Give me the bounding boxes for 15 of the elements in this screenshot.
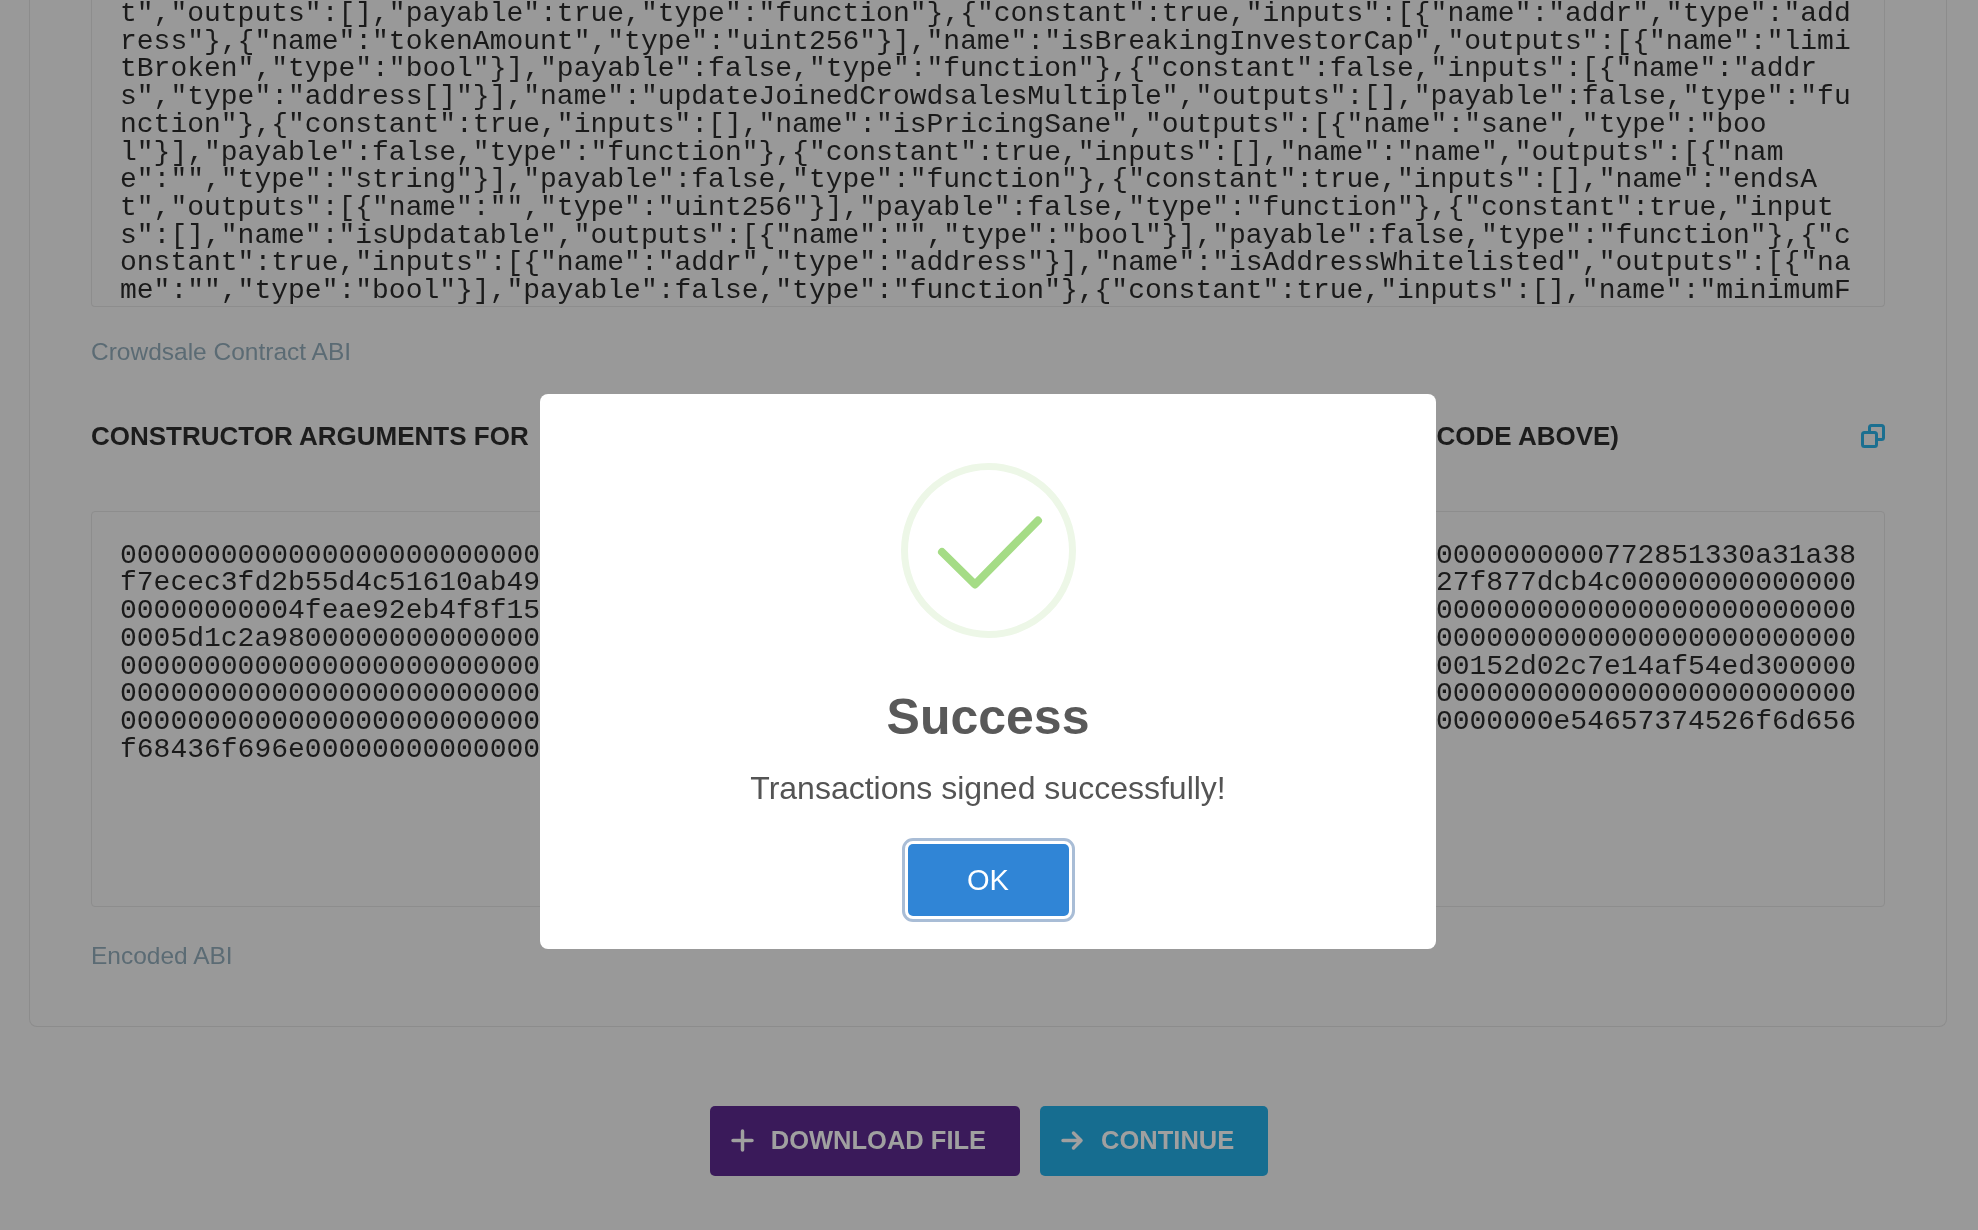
encoded-abi-label: Encoded ABI: [91, 940, 233, 971]
continue-button[interactable]: CONTINUE: [1040, 1105, 1269, 1176]
dialog-message: Transactions signed successfully!: [750, 769, 1226, 808]
dialog-title: Success: [886, 688, 1090, 747]
check-circle-icon: [900, 463, 1076, 638]
plus-icon: [730, 1129, 754, 1153]
ok-button[interactable]: OK: [901, 838, 1075, 922]
abi-code-text: t","outputs":[],"payable":true,"type":"function"},{"constant":true,"inputs":[{"name":"addr","type":"add ress"},{"name":"tokenAmount","type":"uint256"}],"name":"isBreakingInvestorCap","outputs":[{"name":"limi tBroken","type":"bool"}],"payable":false,"type":"function"},{"constant":false,"inputs":[{"name":"addr s","type":"address[]"}],"name":"updateJoinedCrowdsalesMultiple","outputs":[],"payable":false,"type":"fu nction"},{"constant":true,"inputs":[],"name":"isPricingSane","outputs":[{"name":"sane","type":"boo l"}],"payable":false,"type":"function"},{"constant":true,"inputs":[],"name":"name","outputs":[{"nam e":"","type":"string"}],"payable":false,"type":"function"},{"constant":true,"inputs":[],"name":"endsA t","outputs":[{"name":"","type":"uint256"}],"payable":false,"type":"function"},{"constant":true,"input s":[],"name":"isUpdatable","outputs":[{"name":"","type":"bool"}],"payable":false,"type":"function"},{"c onstant":true,"inputs":[{"name":"addr","type":"address"}],"name":"isAddressWhitelisted","outputs":[{"na me":"","type":"bool"}],"payable":false,"type":"function"},{"constant":true,"inputs":[],"name":"minimumF: [120, 0, 1852, 305]
arrow-right-icon: [1061, 1129, 1085, 1153]
download-button[interactable]: DOWNLOAD FILE: [709, 1105, 1021, 1176]
encoded-abi-text: 0000000000000000000000000 f7ecec3fd2b55d4c51610ab49 00000000004feae92eb4f8f15 0005d1c2a9800000000000000 0000000000000000000000000 0000000000000000000000000 0000000000000000000000000 f68436f696e00000000000000: [120, 541, 541, 764]
encoded-abi-text: 0000000000772851330a31a38 27f877dcb4c00000000000000 0000000000000000000000000 0000000000000000000000000 00152d02c7e14af54ed300000 0000000000000000000000000 0000000e54657374526f6d656: [1435, 541, 1856, 736]
section-heading: CONSTRUCTOR ARGUMENTS FOR: [91, 419, 529, 453]
abi-field-label: Crowdsale Contract ABI: [91, 336, 352, 367]
section-heading: CODE ABOVE): [1436, 419, 1619, 453]
